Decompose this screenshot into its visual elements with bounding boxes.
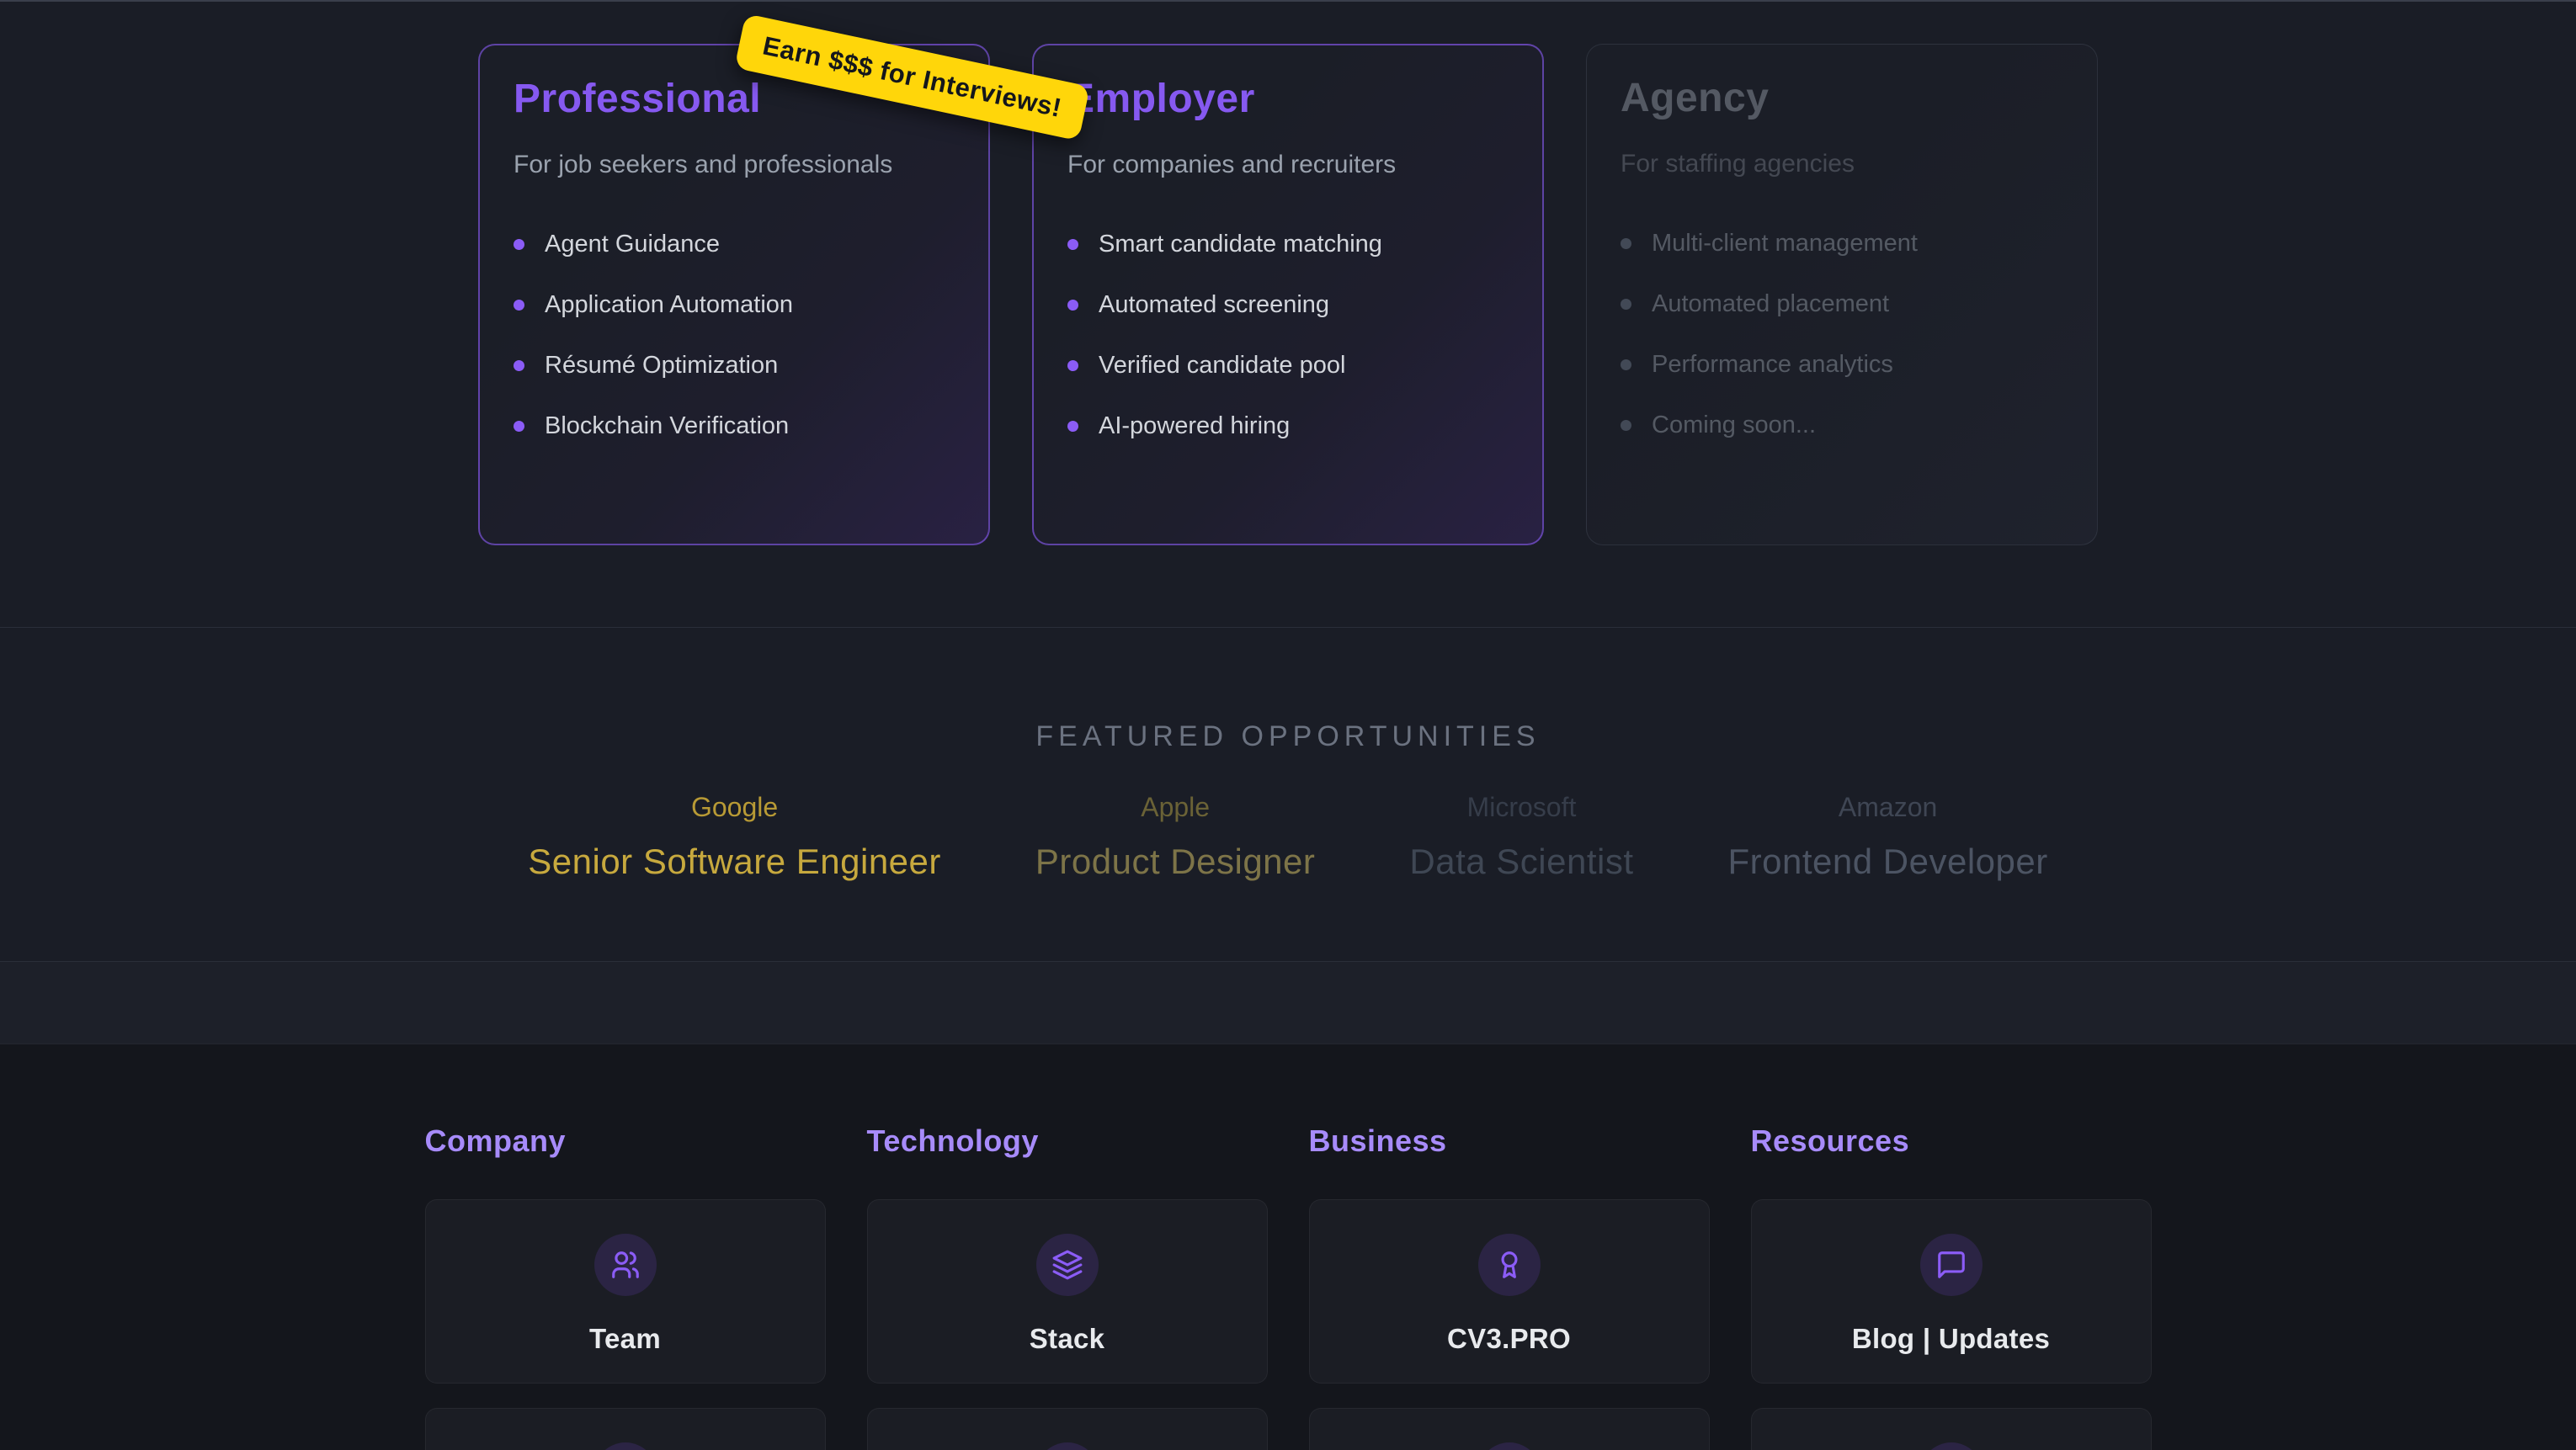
feature-item: Application Automation bbox=[514, 292, 955, 317]
footer-tile-partial[interactable] bbox=[867, 1408, 1268, 1450]
landing-page: Earn $$$ for Interviews! Professional Fo… bbox=[0, 0, 2576, 1450]
job-item-google[interactable]: Google Senior Software Engineer bbox=[528, 792, 941, 882]
feature-item: Smart candidate matching bbox=[1067, 231, 1509, 257]
footer-column-header: Technology bbox=[867, 1123, 1268, 1159]
bullet-dot-icon bbox=[1621, 359, 1631, 370]
layers-icon bbox=[1036, 1234, 1099, 1296]
feature-item: Automated placement bbox=[1621, 291, 2063, 316]
feature-label: Application Automation bbox=[545, 291, 793, 319]
bullet-dot-icon bbox=[1067, 300, 1078, 311]
pricing-card-employer[interactable]: Employer For companies and recruiters Sm… bbox=[1032, 44, 1544, 545]
footer-column-header: Company bbox=[425, 1123, 826, 1159]
hidden-icon bbox=[1478, 1442, 1541, 1450]
job-company: Google bbox=[528, 792, 941, 823]
job-company: Microsoft bbox=[1409, 792, 1633, 823]
bullet-dot-icon bbox=[1621, 420, 1631, 431]
feature-label: Smart candidate matching bbox=[1099, 231, 1382, 258]
feature-label: Multi-client management bbox=[1652, 230, 1918, 258]
feature-item: AI-powered hiring bbox=[1067, 413, 1509, 438]
footer-column-header: Resources bbox=[1751, 1123, 2152, 1159]
card-subtitle: For companies and recruiters bbox=[1067, 151, 1509, 179]
disabled-card-content: Agency For staffing agencies Multi-clien… bbox=[1621, 75, 2063, 438]
footer-tile-team[interactable]: Team bbox=[425, 1199, 826, 1384]
bullet-dot-icon bbox=[514, 421, 524, 432]
footer-column-technology: Technology Stack bbox=[867, 1123, 1268, 1450]
feature-list: Agent Guidance Application Automation Ré… bbox=[514, 231, 955, 438]
job-company: Amazon bbox=[1728, 792, 2048, 823]
award-icon bbox=[1478, 1234, 1541, 1296]
hidden-icon bbox=[1920, 1442, 1983, 1450]
card-title: Employer bbox=[1067, 76, 1509, 122]
hidden-icon bbox=[1036, 1442, 1099, 1450]
bullet-dot-icon bbox=[1067, 360, 1078, 371]
card-title: Agency bbox=[1621, 75, 2063, 121]
footer-tile-cv3pro[interactable]: CV3.PRO bbox=[1309, 1199, 1710, 1384]
footer-grid: Company Team Technology Stack bbox=[0, 1123, 2576, 1450]
pricing-cards-row: Professional For job seekers and profess… bbox=[0, 2, 2576, 545]
hidden-icon bbox=[594, 1442, 657, 1450]
feature-label: Blockchain Verification bbox=[545, 412, 789, 440]
feature-label: Performance analytics bbox=[1652, 351, 1893, 379]
footer-column-company: Company Team bbox=[425, 1123, 826, 1450]
jobs-carousel: Google Senior Software Engineer Apple Pr… bbox=[0, 792, 2576, 882]
feature-label: Automated screening bbox=[1099, 291, 1329, 319]
card-subtitle: For staffing agencies bbox=[1621, 150, 2063, 178]
job-role: Product Designer bbox=[1035, 842, 1316, 882]
footer-tile-partial[interactable] bbox=[1309, 1408, 1710, 1450]
tile-label: Stack bbox=[868, 1323, 1267, 1355]
tile-label: Team bbox=[426, 1323, 825, 1355]
job-item-amazon[interactable]: Amazon Frontend Developer bbox=[1728, 792, 2048, 882]
featured-opportunities-section: FEATURED OPPORTUNITIES Google Senior Sof… bbox=[0, 628, 2576, 961]
tile-label: Blog | Updates bbox=[1752, 1323, 2151, 1355]
feature-label: Agent Guidance bbox=[545, 231, 720, 258]
footer-column-resources: Resources Blog | Updates bbox=[1751, 1123, 2152, 1450]
job-role: Data Scientist bbox=[1409, 842, 1633, 882]
feature-list: Smart candidate matching Automated scree… bbox=[1067, 231, 1509, 438]
feature-item: Coming soon... bbox=[1621, 412, 2063, 438]
pricing-section: Earn $$$ for Interviews! Professional Fo… bbox=[0, 2, 2576, 628]
users-icon bbox=[594, 1234, 657, 1296]
feature-label: Verified candidate pool bbox=[1099, 352, 1345, 380]
footer-tile-blog[interactable]: Blog | Updates bbox=[1751, 1199, 2152, 1384]
footer-column-business: Business CV3.PRO bbox=[1309, 1123, 1710, 1450]
job-item-apple[interactable]: Apple Product Designer bbox=[1035, 792, 1316, 882]
featured-title: FEATURED OPPORTUNITIES bbox=[0, 720, 2576, 753]
footer-tile-partial[interactable] bbox=[1751, 1408, 2152, 1450]
feature-item: Blockchain Verification bbox=[514, 413, 955, 438]
job-role: Frontend Developer bbox=[1728, 842, 2048, 882]
pricing-card-agency: Agency For staffing agencies Multi-clien… bbox=[1586, 44, 2098, 545]
feature-label: Résumé Optimization bbox=[545, 352, 778, 380]
pre-footer-band bbox=[0, 961, 2576, 1044]
feature-item: Multi-client management bbox=[1621, 231, 2063, 256]
bullet-dot-icon bbox=[1067, 421, 1078, 432]
feature-label: Coming soon... bbox=[1652, 412, 1816, 439]
bullet-dot-icon bbox=[514, 300, 524, 311]
bullet-dot-icon bbox=[1621, 238, 1631, 249]
feature-item: Verified candidate pool bbox=[1067, 353, 1509, 378]
bullet-dot-icon bbox=[514, 239, 524, 250]
footer-column-header: Business bbox=[1309, 1123, 1710, 1159]
pricing-card-professional[interactable]: Professional For job seekers and profess… bbox=[478, 44, 990, 545]
feature-item: Performance analytics bbox=[1621, 352, 2063, 377]
feature-item: Automated screening bbox=[1067, 292, 1509, 317]
feature-item: Agent Guidance bbox=[514, 231, 955, 257]
bullet-dot-icon bbox=[1067, 239, 1078, 250]
bullet-dot-icon bbox=[514, 360, 524, 371]
tile-label: CV3.PRO bbox=[1310, 1323, 1709, 1355]
job-role: Senior Software Engineer bbox=[528, 842, 941, 882]
footer-section: Company Team Technology Stack bbox=[0, 1044, 2576, 1450]
footer-tile-partial[interactable] bbox=[425, 1408, 826, 1450]
feature-label: Automated placement bbox=[1652, 290, 1889, 318]
feature-label: AI-powered hiring bbox=[1099, 412, 1290, 440]
job-company: Apple bbox=[1035, 792, 1316, 823]
card-subtitle: For job seekers and professionals bbox=[514, 151, 955, 179]
job-item-microsoft[interactable]: Microsoft Data Scientist bbox=[1409, 792, 1633, 882]
bullet-dot-icon bbox=[1621, 299, 1631, 310]
message-icon bbox=[1920, 1234, 1983, 1296]
footer-tile-stack[interactable]: Stack bbox=[867, 1199, 1268, 1384]
feature-item: Résumé Optimization bbox=[514, 353, 955, 378]
feature-list: Multi-client management Automated placem… bbox=[1621, 231, 2063, 438]
